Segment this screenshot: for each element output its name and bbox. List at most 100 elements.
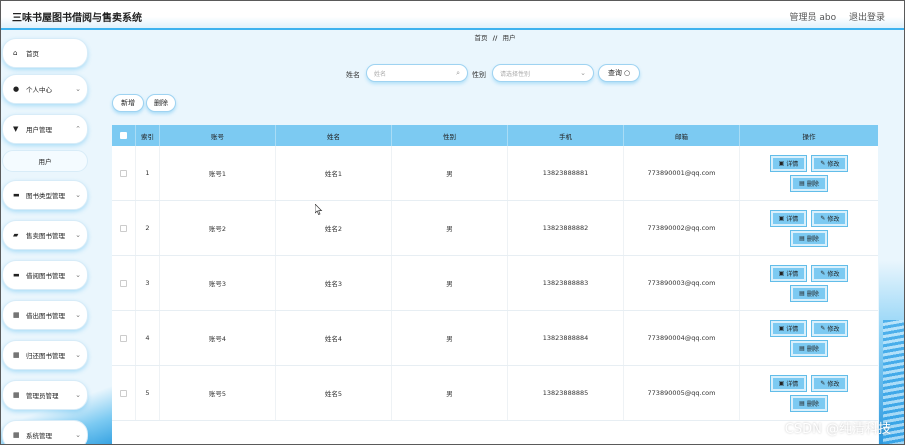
cell-index: 4 — [136, 311, 160, 365]
row-delete-button-label: 删除 — [806, 180, 819, 188]
header-email: 邮箱 — [624, 125, 740, 146]
edit-icon: ✎ — [820, 379, 826, 387]
query-button[interactable]: 查询 ○ — [598, 64, 640, 82]
header-phone: 手机 — [508, 125, 624, 146]
cell-name: 姓名2 — [276, 201, 392, 255]
chevron-down-icon: ⌄ — [75, 191, 81, 199]
header-account: 账号 — [160, 125, 276, 146]
table-row: 5 账号5 姓名5 男 13823888885 773890005@qq.com ▣ 详情 ✎ 修… — [112, 366, 878, 421]
grid-icon: ▦ — [13, 311, 20, 319]
edit-button[interactable]: ✎ 修改 — [812, 210, 848, 226]
ops-line: ▤ 删除 — [791, 230, 827, 246]
edit-button-label: 修改 — [827, 215, 840, 223]
row-select-cell[interactable] — [112, 256, 136, 310]
edit-button[interactable]: ✎ 修改 — [812, 320, 848, 336]
row-select-cell[interactable] — [112, 201, 136, 255]
breadcrumb: 首页 // 用户 — [100, 32, 890, 42]
sidebar-item-sale-books[interactable]: ▰ 售卖图书管理 ⌄ — [2, 220, 88, 250]
detail-button[interactable]: ▣ 详情 — [770, 375, 807, 391]
breadcrumb-home[interactable]: 首页 — [475, 34, 488, 42]
sidebar-item-label: 首页 — [26, 50, 39, 58]
edit-button[interactable]: ✎ 修改 — [812, 265, 848, 281]
book-icon: ▬ — [13, 191, 20, 199]
edit-button-label: 修改 — [827, 380, 840, 388]
home-icon: ⌂ — [13, 49, 18, 57]
chevron-down-icon: ⌄ — [75, 351, 81, 359]
cell-gender: 男 — [392, 311, 508, 365]
detail-icon: ▣ — [778, 159, 785, 167]
chevron-down-icon: ⌄ — [75, 431, 81, 439]
query-button-label: 查询 — [607, 69, 622, 77]
sidebar: ⌂ 首页 ● 个人中心 ⌄ ▼ 用户管理 ⌃ 用户 ▬ 图书类型管理 ⌄ ▰ 售… — [0, 32, 92, 445]
cell-account: 账号4 — [160, 311, 276, 365]
grid-icon: ▦ — [13, 351, 20, 359]
sidebar-item-user-mgmt[interactable]: ▼ 用户管理 ⌃ — [2, 114, 88, 144]
name-input-placeholder: 姓名 — [374, 70, 387, 78]
logout-link[interactable]: 退出登录 — [849, 13, 885, 23]
chevron-up-icon: ⌃ — [75, 125, 81, 133]
edit-button[interactable]: ✎ 修改 — [812, 375, 848, 391]
name-label: 姓名 — [346, 71, 360, 79]
cell-phone: 13823888883 — [508, 256, 624, 310]
name-search-input[interactable]: 姓名 ⌕ — [366, 64, 468, 82]
sidebar-item-lent-books[interactable]: ▦ 借出图书管理 ⌄ — [2, 300, 88, 330]
row-delete-button[interactable]: ▤ 删除 — [791, 175, 827, 191]
sidebar-item-system[interactable]: ▦ 系统管理 ⌄ — [2, 420, 88, 445]
ops-line: ▤ 删除 — [791, 175, 827, 191]
edit-button-label: 修改 — [827, 160, 840, 168]
sidebar-item-profile[interactable]: ● 个人中心 ⌄ — [2, 74, 88, 104]
sidebar-item-home[interactable]: ⌂ 首页 — [2, 38, 88, 68]
edit-icon: ✎ — [820, 324, 826, 332]
checkbox[interactable] — [120, 279, 127, 287]
shield-icon: ▼ — [13, 125, 19, 133]
row-delete-button-label: 删除 — [806, 400, 819, 408]
detail-icon: ▣ — [778, 379, 785, 387]
checkbox[interactable] — [120, 334, 127, 342]
row-select-cell[interactable] — [112, 311, 136, 365]
sidebar-item-label: 归还图书管理 — [26, 352, 65, 360]
cell-index: 3 — [136, 256, 160, 310]
detail-button[interactable]: ▣ 详情 — [770, 155, 807, 171]
admin-user-label: 管理员 abo — [789, 13, 837, 23]
header-user-area: 管理员 abo 退出登录 — [780, 10, 886, 23]
sidebar-item-borrow-books[interactable]: ▬ 借阅图书管理 ⌄ — [2, 260, 88, 290]
chevron-down-icon: ⌄ — [75, 311, 81, 319]
row-select-cell[interactable] — [112, 146, 136, 200]
detail-button-label: 详情 — [786, 270, 799, 278]
checkbox[interactable] — [120, 224, 127, 232]
cell-name: 姓名3 — [276, 256, 392, 310]
edit-icon: ✎ — [820, 269, 826, 277]
gender-label: 性别 — [472, 71, 486, 79]
row-delete-button[interactable]: ▤ 删除 — [791, 395, 827, 411]
header-select-all[interactable] — [112, 125, 136, 146]
row-delete-button[interactable]: ▤ 删除 — [791, 340, 827, 356]
sidebar-item-label: 管理员管理 — [26, 392, 59, 400]
cell-gender: 男 — [392, 201, 508, 255]
edit-button[interactable]: ✎ 修改 — [812, 155, 848, 171]
checkbox[interactable] — [120, 169, 127, 177]
sidebar-item-book-types[interactable]: ▬ 图书类型管理 ⌄ — [2, 180, 88, 210]
sidebar-item-label: 借阅图书管理 — [26, 272, 65, 280]
sidebar-item-returned-books[interactable]: ▦ 归还图书管理 ⌄ — [2, 340, 88, 370]
app-title: 三味书屋图书借阅与售卖系统 — [12, 13, 142, 24]
checkbox[interactable] — [120, 389, 127, 397]
detail-button[interactable]: ▣ 详情 — [770, 265, 807, 281]
cell-gender: 男 — [392, 366, 508, 420]
checkbox[interactable] — [120, 132, 127, 139]
delete-button[interactable]: 删除 — [146, 94, 176, 112]
sidebar-subitem-users[interactable]: 用户 — [2, 150, 88, 172]
row-delete-button[interactable]: ▤ 删除 — [791, 230, 827, 246]
sidebar-subitem-label: 用户 — [38, 158, 52, 166]
detail-button[interactable]: ▣ 详情 — [770, 210, 807, 226]
row-delete-button[interactable]: ▤ 删除 — [791, 285, 827, 301]
sidebar-item-label: 图书类型管理 — [26, 192, 65, 200]
detail-button[interactable]: ▣ 详情 — [770, 320, 807, 336]
sidebar-item-admin-mgmt[interactable]: ▦ 管理员管理 ⌄ — [2, 380, 88, 410]
cell-email: 773890004@qq.com — [624, 311, 740, 365]
cell-index: 1 — [136, 146, 160, 200]
row-select-cell[interactable] — [112, 366, 136, 420]
add-button-label: 新增 — [121, 99, 135, 107]
delete-button-label: 删除 — [154, 99, 168, 107]
add-button[interactable]: 新增 — [112, 94, 144, 112]
gender-select[interactable]: 请选择性别 ⌄ — [492, 64, 594, 82]
